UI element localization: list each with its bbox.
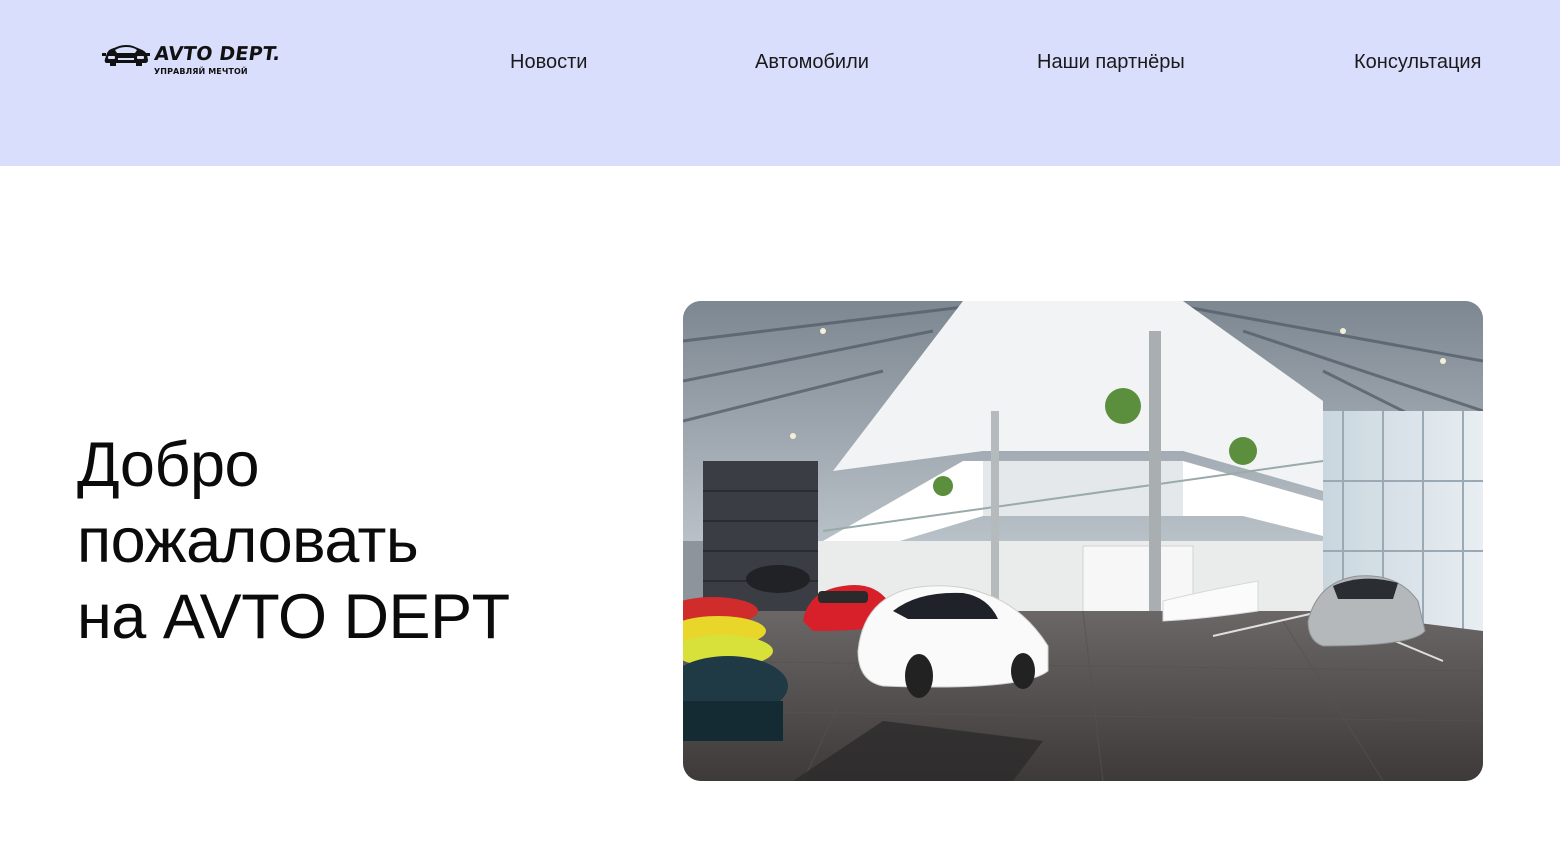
showroom-image	[683, 301, 1483, 781]
car-icon	[102, 45, 150, 66]
hero-title: Добро пожаловать на AVTO DEPT	[77, 427, 597, 655]
nav-link-consultation[interactable]: Консультация	[1354, 51, 1481, 74]
site-logo[interactable]: AVTO DEPT. УПРАВЛЯЙ МЕЧТОЙ	[102, 42, 282, 82]
site-header: AVTO DEPT. УПРАВЛЯЙ МЕЧТОЙ Новости Автом…	[0, 0, 1560, 166]
nav-link-partners[interactable]: Наши партнёры	[1037, 51, 1185, 74]
nav-link-news[interactable]: Новости	[510, 51, 587, 74]
hero-title-line: Добро	[77, 430, 260, 500]
nav-link-cars[interactable]: Автомобили	[755, 51, 869, 74]
hero-title-line: пожаловать	[77, 506, 419, 576]
logo-title: AVTO DEPT.	[153, 43, 282, 65]
logo-tagline: УПРАВЛЯЙ МЕЧТОЙ	[154, 67, 248, 76]
showroom-illustration	[683, 301, 1483, 781]
hero-title-line: на AVTO DEPT	[77, 582, 510, 652]
